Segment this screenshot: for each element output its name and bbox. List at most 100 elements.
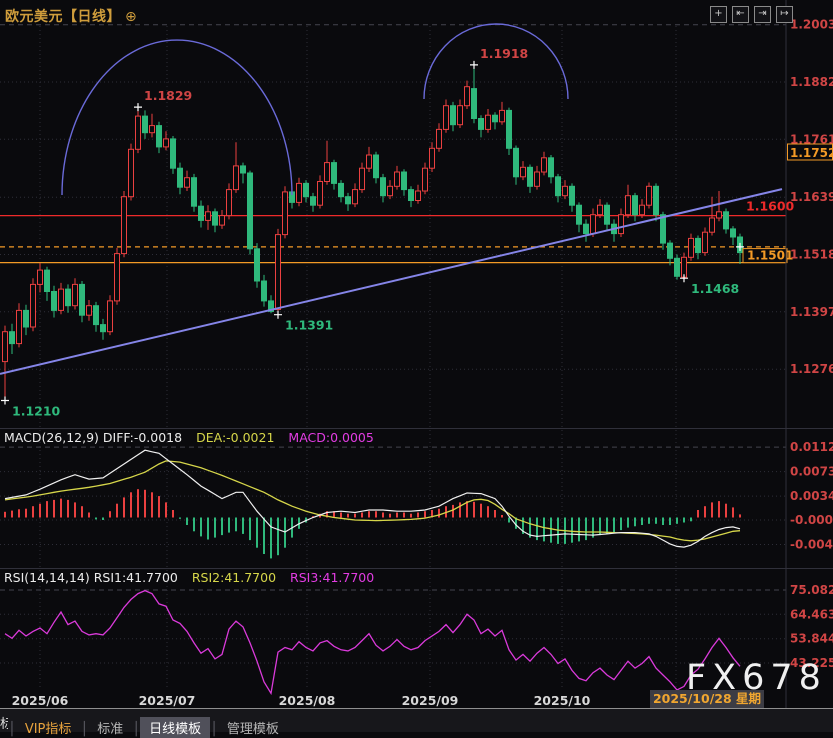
template-tabbar: 标│VIP指标│标准│日线模板│管理模板 bbox=[0, 708, 833, 732]
axis-price-marker: 1.1752 bbox=[790, 146, 833, 160]
candle-body bbox=[297, 183, 302, 202]
macd-dea-line bbox=[5, 461, 740, 541]
symbol-title-text: 欧元美元【日线】 bbox=[5, 9, 121, 25]
macd-axis-label: 0.0112 bbox=[790, 440, 833, 454]
candle-body bbox=[570, 186, 575, 205]
candle-body bbox=[549, 158, 554, 177]
candle-body bbox=[59, 289, 64, 310]
extreme-price-label: 1.1210 bbox=[12, 404, 61, 419]
candle-body bbox=[150, 126, 155, 133]
pattern-arc[interactable] bbox=[424, 24, 568, 99]
macd-axis-label: 0.0073 bbox=[790, 465, 833, 479]
candle-body bbox=[423, 168, 428, 191]
scale-right-icon[interactable]: ⇥ bbox=[754, 6, 771, 23]
tab-5[interactable]: 管理模板 bbox=[218, 717, 288, 738]
candle-body bbox=[346, 197, 351, 204]
candle-body bbox=[416, 191, 421, 201]
extreme-price-label: 1.1391 bbox=[285, 318, 333, 333]
candle-body bbox=[234, 166, 239, 190]
rsi2-value: RSI2:41.7700 bbox=[192, 570, 276, 585]
month-label: 2025/06 bbox=[12, 693, 69, 708]
candle-body bbox=[178, 168, 183, 187]
rsi3-value: RSI3:41.7700 bbox=[290, 570, 374, 585]
extreme-price-label: 1.1918 bbox=[480, 46, 528, 61]
tab-separator: │ bbox=[132, 722, 140, 737]
macd-diff-line bbox=[5, 450, 740, 547]
candle-body bbox=[108, 301, 113, 332]
candle-body bbox=[318, 182, 323, 206]
candle-body bbox=[437, 129, 442, 148]
rsi-header: RSI(14,14,14) RSI1:41.7700 RSI2:41.7700 RS… bbox=[4, 570, 388, 585]
macd-dea-value: DEA:-0.0021 bbox=[196, 430, 274, 445]
price-cross-marker bbox=[1, 397, 9, 405]
candle-body bbox=[241, 166, 246, 173]
candle-body bbox=[626, 196, 631, 215]
candle-body bbox=[87, 306, 92, 316]
candle-body bbox=[451, 106, 456, 125]
price-axis-label: 1.1518 bbox=[790, 248, 833, 262]
candle-body bbox=[584, 224, 589, 233]
rsi-line bbox=[5, 591, 740, 694]
month-label: 2025/10 bbox=[534, 693, 591, 708]
candle-body bbox=[220, 216, 225, 226]
macd-params-diff: MACD(26,12,9) DIFF:-0.0018 bbox=[4, 430, 182, 445]
tab-4[interactable]: 日线模板 bbox=[140, 717, 210, 738]
candle-body bbox=[395, 172, 400, 186]
candle-body bbox=[248, 173, 253, 249]
candle-body bbox=[507, 110, 512, 148]
pan-right-icon[interactable]: ↦ bbox=[776, 6, 793, 23]
candle-body bbox=[31, 284, 36, 327]
candle-body bbox=[521, 167, 526, 177]
candle-body bbox=[479, 119, 484, 130]
candle-body bbox=[136, 116, 141, 149]
candle-body bbox=[717, 212, 722, 218]
scale-left-icon[interactable]: ⇤ bbox=[732, 6, 749, 23]
candle-body bbox=[171, 139, 176, 168]
candle-body bbox=[283, 192, 288, 235]
tab-1[interactable]: 标 bbox=[0, 712, 8, 733]
candle-body bbox=[3, 332, 8, 362]
candle-body bbox=[122, 197, 127, 254]
month-label: 2025/07 bbox=[139, 693, 196, 708]
candle-body bbox=[689, 238, 694, 257]
expand-icon[interactable]: ⊕ bbox=[125, 9, 137, 25]
candle-body bbox=[675, 258, 680, 276]
candle-body bbox=[66, 289, 71, 306]
candle-body bbox=[185, 178, 190, 188]
rsi1-value: RSI(14,14,14) RSI1:41.7700 bbox=[4, 570, 178, 585]
candle-body bbox=[556, 177, 561, 196]
candle-body bbox=[654, 186, 659, 214]
candle-body bbox=[458, 106, 463, 125]
candle-body bbox=[731, 229, 736, 237]
candle-body bbox=[367, 155, 372, 168]
candle-body bbox=[353, 190, 358, 204]
candle-body bbox=[255, 249, 260, 281]
candle-body bbox=[339, 183, 344, 196]
tab-2[interactable]: VIP指标 bbox=[16, 717, 81, 738]
price-cross-marker bbox=[134, 103, 142, 111]
pan-chart-icon[interactable]: + bbox=[710, 6, 727, 23]
tab-separator: │ bbox=[80, 722, 88, 737]
candle-body bbox=[227, 190, 232, 216]
candle-body bbox=[332, 163, 337, 184]
candle-body bbox=[73, 284, 78, 305]
candle-body bbox=[563, 186, 568, 195]
candle-body bbox=[696, 238, 701, 252]
candle-body bbox=[45, 270, 50, 291]
macd-hist-value: MACD:0.0005 bbox=[288, 430, 373, 445]
candle-body bbox=[325, 163, 330, 182]
candle-body bbox=[94, 306, 99, 325]
candle-body bbox=[115, 254, 120, 301]
candle-body bbox=[80, 284, 85, 315]
current-date-label: 2025/10/28 星期二 bbox=[650, 690, 764, 710]
candle-body bbox=[528, 167, 533, 186]
candle-body bbox=[710, 218, 715, 232]
candle-body bbox=[591, 215, 596, 234]
candle-body bbox=[472, 89, 477, 119]
tab-separator: │ bbox=[8, 722, 16, 737]
tab-3[interactable]: 标准 bbox=[88, 717, 132, 738]
candle-body bbox=[668, 243, 673, 258]
candle-body bbox=[640, 205, 645, 215]
candle-body bbox=[598, 205, 603, 215]
candle-body bbox=[262, 281, 267, 301]
